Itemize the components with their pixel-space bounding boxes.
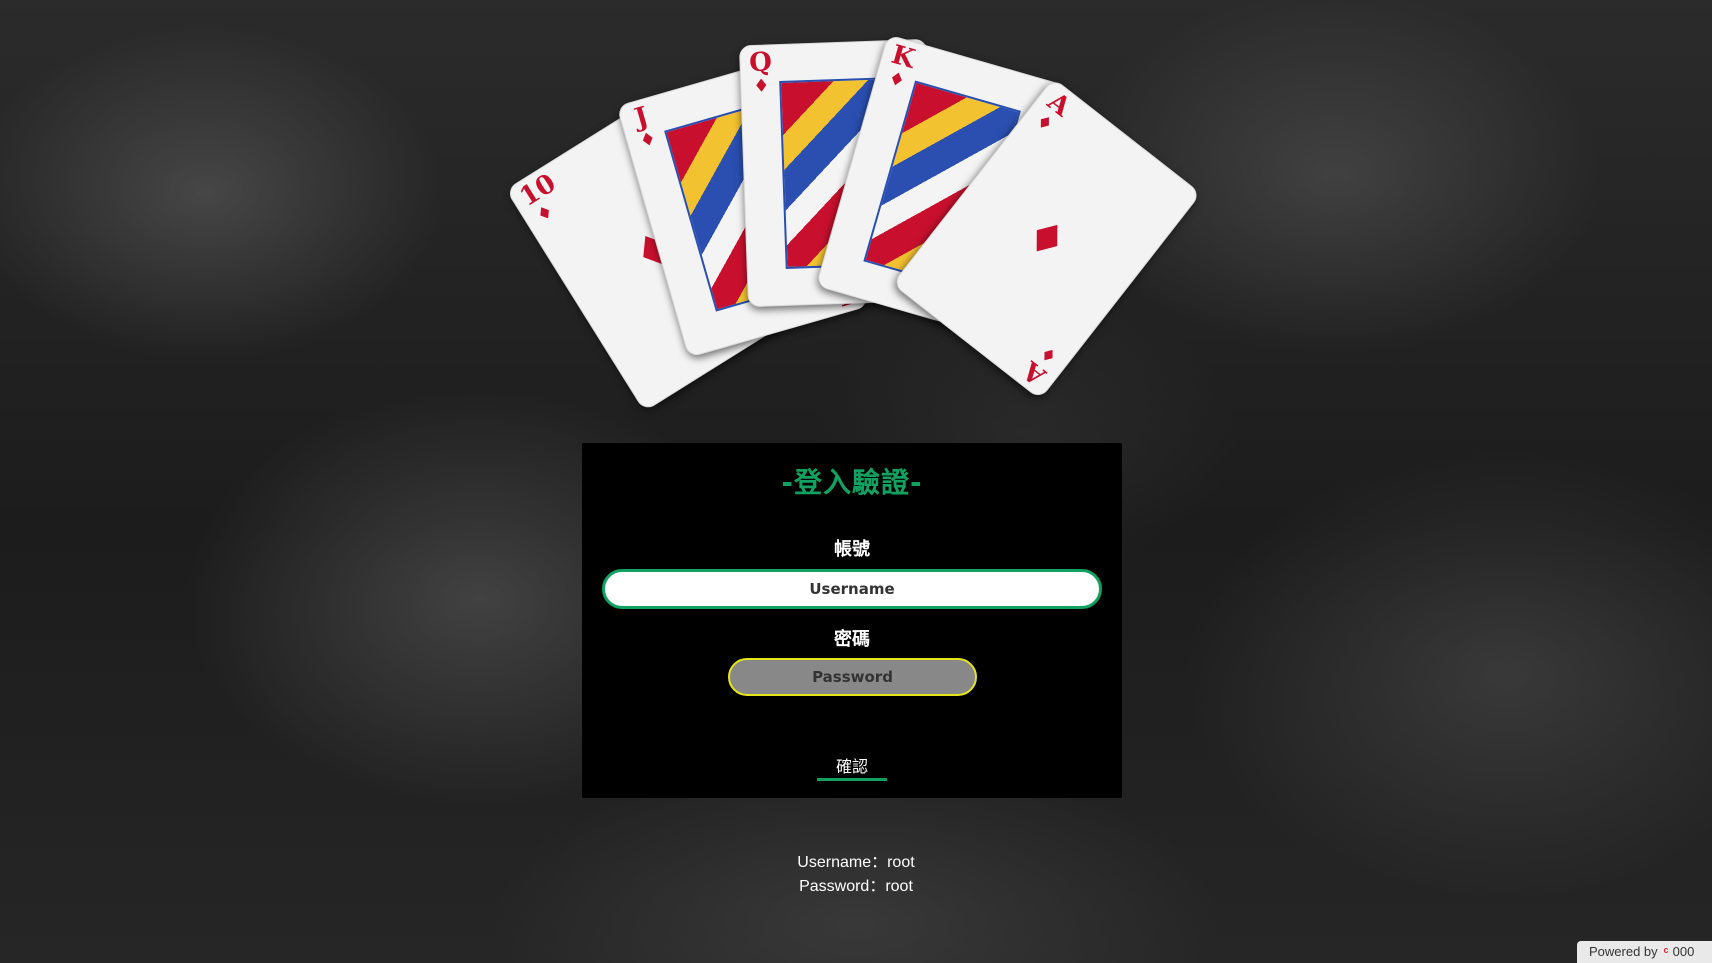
card-rank: 10 ♦ (514, 168, 562, 227)
username-input[interactable] (602, 569, 1102, 609)
username-label: 帳號 (834, 539, 870, 560)
username-hint: Username：root (797, 854, 915, 871)
password-label: 密碼 (834, 629, 870, 650)
powered-by-text: Powered by (1589, 944, 1658, 959)
host-logo-text: 000 (1672, 944, 1695, 959)
confirm-button[interactable]: 確認 (817, 751, 887, 781)
card-rank-bottom: A ♦ (1017, 341, 1062, 391)
password-hint: Password：root (799, 878, 913, 895)
password-input[interactable] (728, 658, 977, 696)
card-rank: Q ♦ (748, 47, 773, 97)
card-rank: J ♦ (631, 101, 659, 153)
card-pip: ♦ (1013, 204, 1080, 273)
host-logo-icon: ᶜ (1663, 944, 1669, 959)
royal-flush-cards-image: 10♦ ♦ 10♦ J♦ J♦ Q♦ Q♦ K♦ K♦ A♦ ♦ A♦ (0, 0, 1712, 412)
login-form: -登入驗證- 帳號 密碼 確認 (582, 443, 1122, 798)
login-title: -登入驗證- (781, 466, 923, 499)
powered-by-badge[interactable]: Powered by ᶜ 000 (1577, 941, 1712, 963)
